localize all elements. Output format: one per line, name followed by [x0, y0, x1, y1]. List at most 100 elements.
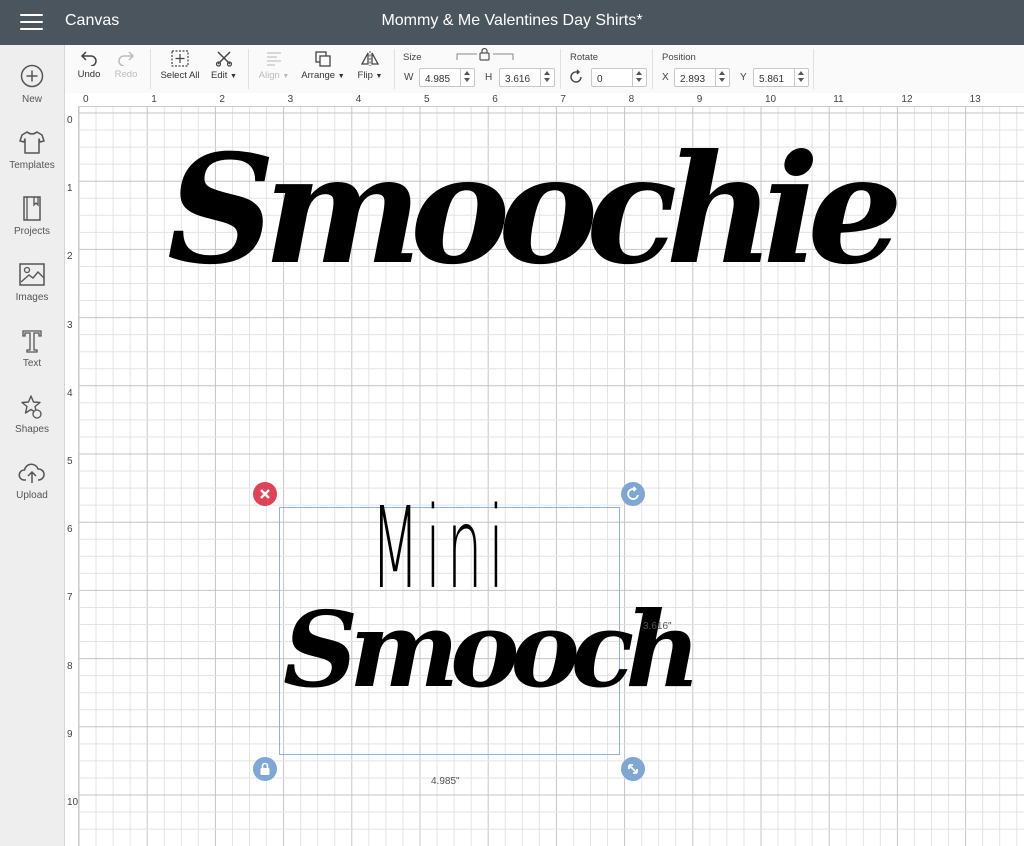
sidebar: New Templates Projects Images Text Shape… — [0, 45, 65, 846]
increment-icon[interactable] — [541, 69, 554, 77]
width-stepper[interactable] — [460, 69, 474, 86]
decrement-icon[interactable] — [716, 77, 729, 85]
height-field[interactable] — [499, 68, 555, 87]
ruler-left-number: 8 — [67, 660, 73, 672]
select-all-button[interactable]: Select All — [158, 45, 202, 93]
sidebar-item-new[interactable]: New — [0, 63, 64, 123]
sidebar-item-label: Images — [15, 292, 49, 303]
ruler-left-number: 10 — [67, 797, 79, 808]
align-dropdown-button[interactable]: Align ▼ — [254, 45, 294, 93]
decrement-icon[interactable] — [795, 77, 808, 85]
decrement-icon[interactable] — [541, 77, 554, 85]
ruler-top-number: 0 — [83, 94, 89, 105]
ruler-top-number: 10 — [765, 94, 777, 105]
lock-proportions-icon[interactable] — [455, 48, 515, 62]
edit-dropdown-button[interactable]: Edit ▼ — [207, 45, 241, 93]
width-field[interactable] — [419, 68, 475, 87]
rotate-stepper[interactable] — [632, 69, 646, 86]
y-letter: Y — [740, 72, 747, 83]
undo-button[interactable]: Undo — [73, 45, 105, 93]
shapes-icon — [21, 395, 42, 419]
width-letter: W — [404, 72, 414, 83]
resize-handle[interactable] — [621, 757, 645, 781]
ruler-top-number: 11 — [833, 94, 844, 105]
position-x-field[interactable] — [674, 68, 730, 87]
ruler-top-number: 12 — [901, 94, 913, 105]
cloud-upload-icon — [18, 463, 45, 483]
smoochie-text[interactable]: Smoochie — [167, 135, 903, 285]
flip-label: Flip — [357, 70, 373, 81]
ruler-top-number: 2 — [219, 94, 225, 105]
toolbar-divider — [813, 49, 814, 89]
sidebar-item-shapes[interactable]: Shapes — [0, 393, 64, 453]
rotate-handle[interactable] — [621, 482, 645, 506]
ruler-left-number: 3 — [67, 319, 73, 331]
lock-handle[interactable] — [253, 757, 277, 781]
position-y-input[interactable] — [754, 72, 797, 87]
width-input[interactable] — [420, 72, 463, 87]
x-letter: X — [662, 72, 669, 83]
ruler-left-number: 9 — [67, 728, 73, 740]
rotate-field[interactable] — [591, 68, 647, 87]
edit-label: Edit — [211, 70, 228, 81]
chevron-down-icon: ▼ — [375, 73, 383, 80]
position-y-stepper[interactable] — [794, 69, 808, 86]
height-letter: H — [485, 72, 493, 83]
sidebar-item-text[interactable]: Text — [0, 327, 64, 387]
align-label: Align — [258, 70, 280, 81]
delete-handle[interactable] — [253, 482, 277, 506]
arrange-dropdown-button[interactable]: Arrange ▼ — [298, 45, 348, 93]
rotate-icon — [570, 69, 582, 83]
sidebar-item-templates[interactable]: Templates — [0, 129, 64, 189]
decrement-icon[interactable] — [461, 77, 474, 85]
top-ruler — [65, 93, 1024, 107]
notebook-icon — [23, 196, 41, 221]
smooch-text[interactable]: Smooch — [283, 598, 701, 702]
redo-label: Redo — [114, 69, 138, 80]
ruler-top-number: 9 — [696, 94, 703, 105]
toolbar-divider — [150, 49, 151, 89]
scissors-pencil-icon — [215, 51, 233, 67]
tshirt-icon — [19, 131, 45, 154]
sidebar-item-projects[interactable]: Projects — [0, 195, 64, 255]
arrange-icon — [315, 51, 331, 67]
chevron-down-icon: ▼ — [282, 73, 290, 80]
undo-label: Undo — [77, 69, 101, 80]
text-icon — [22, 330, 42, 353]
document-title: Mommy & Me Valentines Day Shirts* — [381, 12, 643, 29]
toolbar-divider — [652, 49, 653, 89]
chevron-down-icon: ▼ — [230, 73, 237, 80]
toolbar-divider — [394, 49, 395, 89]
ruler-top-number: 3 — [287, 94, 294, 105]
increment-icon[interactable] — [795, 69, 808, 77]
redo-button[interactable]: Redo — [110, 45, 142, 93]
height-stepper[interactable] — [540, 69, 554, 86]
width-dimension-label: 4.985" — [431, 776, 460, 787]
sidebar-item-images[interactable]: Images — [0, 261, 64, 321]
height-input[interactable] — [500, 72, 543, 87]
increment-icon[interactable] — [633, 69, 646, 77]
select-all-label: Select All — [160, 70, 200, 81]
position-y-field[interactable] — [753, 68, 809, 87]
rotate-input[interactable] — [592, 72, 635, 87]
position-x-stepper[interactable] — [715, 69, 729, 86]
resize-diagonal-icon — [628, 764, 638, 774]
decrement-icon[interactable] — [633, 77, 646, 85]
undo-icon — [80, 51, 97, 66]
close-icon — [260, 489, 270, 499]
flip-dropdown-button[interactable]: Flip ▼ — [352, 45, 388, 93]
ruler-left-number: 7 — [67, 592, 73, 604]
ruler-left-number: 6 — [67, 524, 73, 536]
ruler-top-number: 6 — [492, 94, 498, 105]
align-icon — [267, 52, 281, 66]
chevron-down-icon: ▼ — [337, 73, 345, 80]
design-canvas[interactable]: 0 1 2 3 4 5 6 7 8 9 10 11 12 13 0 1 2 3 4 5 6 7 8 9 10 Smoochie … — [65, 93, 1024, 846]
position-x-input[interactable] — [675, 72, 718, 87]
increment-icon[interactable] — [461, 69, 474, 77]
height-dimension-label: 3.616" — [643, 621, 672, 632]
increment-icon[interactable] — [716, 69, 729, 77]
image-icon — [19, 263, 45, 286]
sidebar-item-upload[interactable]: Upload — [0, 459, 64, 519]
ruler-left-number: 4 — [67, 387, 73, 399]
sidebar-item-label: Templates — [9, 160, 55, 171]
